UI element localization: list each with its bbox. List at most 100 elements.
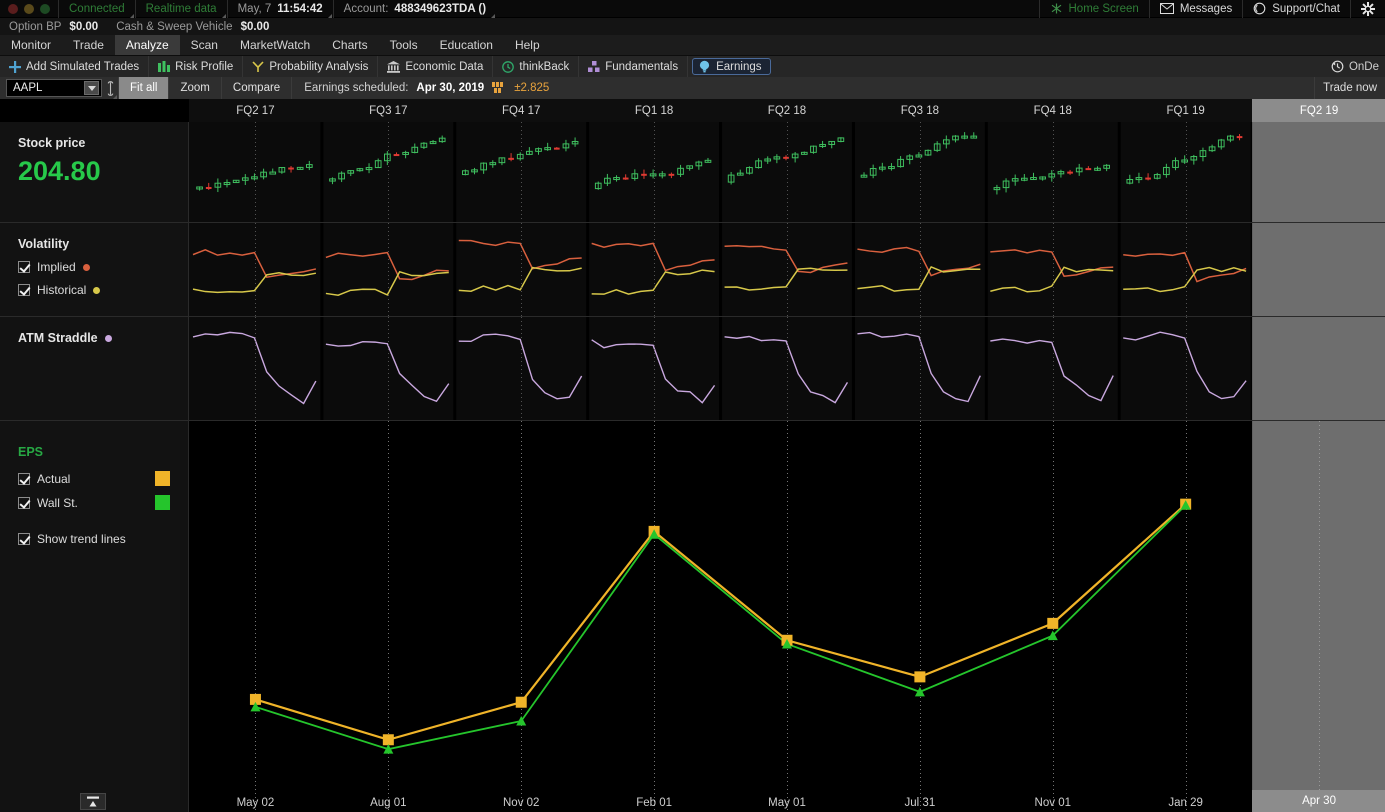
subtab-probability-analysis[interactable]: Probability Analysis <box>243 56 378 77</box>
link-button[interactable] <box>102 77 118 99</box>
window-maximize-button[interactable] <box>40 4 50 14</box>
eps-legend-row[interactable]: Wall St. <box>18 495 188 510</box>
panel-volatility: Volatility ImpliedHistorical <box>0 223 1385 316</box>
subtab-fundamentals[interactable]: Fundamentals <box>579 56 688 77</box>
subtab-label: Add Simulated Trades <box>26 61 139 73</box>
menu-item-help[interactable]: Help <box>504 35 551 55</box>
quarter-header-fq2-19[interactable]: FQ2 19 <box>1252 99 1385 122</box>
subtab-economic-data[interactable]: Economic Data <box>378 56 493 77</box>
menu-item-education[interactable]: Education <box>429 35 504 55</box>
eps-color-swatch <box>155 471 170 486</box>
quarter-header-fq1-19[interactable]: FQ1 19 <box>1119 99 1252 122</box>
volatility-checkbox-implied[interactable] <box>18 261 30 273</box>
window-controls[interactable] <box>0 4 58 14</box>
earnings-scheduled: Earnings scheduled: Apr 30, 2019 ±2.825 <box>291 77 561 99</box>
stock-price-legend: Stock price 204.80 <box>0 122 189 222</box>
subtab-thinkback[interactable]: thinkBack <box>493 56 579 77</box>
status-bar-right: Home Screen Messages Support/Chat <box>1039 0 1385 18</box>
axis-label: May 01 <box>768 797 806 809</box>
menu-item-trade[interactable]: Trade <box>62 35 115 55</box>
volatility-legend: Volatility ImpliedHistorical <box>0 223 189 316</box>
window-minimize-button[interactable] <box>24 4 34 14</box>
chevron-down-icon <box>88 86 96 91</box>
blocks-icon <box>588 61 600 73</box>
symbol-toolbar[interactable]: AAPL Fit allZoomCompare Earnings schedul… <box>0 77 1385 99</box>
support-chat-button[interactable]: Support/Chat <box>1242 0 1350 18</box>
settings-button[interactable] <box>1350 0 1385 18</box>
quarter-header-fq3-18[interactable]: FQ3 18 <box>853 99 986 122</box>
quarter-header-fq4-17[interactable]: FQ4 17 <box>455 99 588 122</box>
cash-sweep-vehicle: Cash & Sweep Vehicle $0.00 <box>107 21 278 33</box>
ondemand-icon <box>1331 60 1344 73</box>
stock-price-plot[interactable] <box>189 122 1385 222</box>
window-close-button[interactable] <box>8 4 18 14</box>
volatility-legend-row[interactable]: Historical <box>18 283 188 297</box>
analyze-subtabs[interactable]: Add Simulated Trades Risk ProfileProbabil… <box>0 56 1385 77</box>
show-trend-lines-label: Show trend lines <box>37 532 126 546</box>
menu-item-tools[interactable]: Tools <box>379 35 429 55</box>
atm-straddle-color-dot <box>105 335 112 342</box>
symbol-dropdown-button[interactable] <box>84 81 99 95</box>
volatility-color-swatch <box>93 287 100 294</box>
atm-straddle-plot[interactable] <box>189 317 1385 420</box>
quarter-header-fq4-18[interactable]: FQ4 18 <box>986 99 1119 122</box>
view-button-fit-all[interactable]: Fit all <box>118 77 168 99</box>
main-menu[interactable]: MonitorTradeAnalyzeScanMarketWatchCharts… <box>0 35 1385 56</box>
symbol-input[interactable]: AAPL <box>6 79 102 97</box>
eps-legend-row[interactable]: Actual <box>18 471 188 486</box>
view-button-compare[interactable]: Compare <box>221 77 291 99</box>
volatility-legend-label: Historical <box>37 283 86 297</box>
subtab-add-simulated-trades[interactable]: Add Simulated Trades <box>0 56 149 77</box>
quarter-header-fq1-18[interactable]: FQ1 18 <box>588 99 721 122</box>
eps-legend-label: Actual <box>37 472 70 486</box>
option-bp: Option BP $0.00 <box>0 21 107 33</box>
subtab-risk-profile[interactable]: Risk Profile <box>149 56 243 77</box>
resize-corner <box>491 14 495 18</box>
eps-plot[interactable] <box>189 421 1385 812</box>
thinkorswim-window: Connected Realtime data May, 7 11:54:42 … <box>0 0 1385 812</box>
menu-item-marketwatch[interactable]: MarketWatch <box>229 35 321 55</box>
axis-label: Feb 01 <box>636 797 672 809</box>
account-selector[interactable]: Account: 488349623TDA () <box>333 0 496 18</box>
volatility-charts <box>189 223 1385 316</box>
eps-checkbox-actual[interactable] <box>18 473 30 485</box>
menu-item-monitor[interactable]: Monitor <box>0 35 62 55</box>
quarter-header-fq2-18[interactable]: FQ2 18 <box>721 99 854 122</box>
view-mode-buttons[interactable]: Fit allZoomCompare <box>118 77 291 99</box>
menu-item-charts[interactable]: Charts <box>321 35 378 55</box>
eps-checkbox-wall-st-[interactable] <box>18 497 30 509</box>
connection-status: Connected <box>58 0 135 18</box>
panel-atm-straddle: ATM Straddle <box>0 317 1385 420</box>
earnings-grid: FQ2 17FQ3 17FQ4 17FQ1 18FQ2 18FQ3 18FQ4 … <box>0 99 1385 812</box>
quarter-header-fq3-17[interactable]: FQ3 17 <box>322 99 455 122</box>
axis-label: May 02 <box>237 797 275 809</box>
panel-eps: EPS ActualWall St. Show trend lines <box>0 421 1385 812</box>
status-bar: Connected Realtime data May, 7 11:54:42 … <box>0 0 1385 18</box>
resize-corner <box>130 14 134 18</box>
quarter-header-fq2-17[interactable]: FQ2 17 <box>189 99 322 122</box>
atm-straddle-legend: ATM Straddle <box>0 317 189 420</box>
subtab-earnings[interactable]: Earnings <box>692 58 770 75</box>
atm-straddle-title: ATM Straddle <box>18 331 98 345</box>
clock-icon <box>502 61 514 73</box>
quarter-headers[interactable]: FQ2 17FQ3 17FQ4 17FQ1 18FQ2 18FQ3 18FQ4 … <box>0 99 1385 122</box>
volatility-plot[interactable] <box>189 223 1385 316</box>
menu-item-analyze[interactable]: Analyze <box>115 35 180 55</box>
volatility-checkbox-historical[interactable] <box>18 284 30 296</box>
clock: May, 7 11:54:42 <box>227 0 333 18</box>
messages-button[interactable]: Messages <box>1149 0 1242 18</box>
trade-now-button[interactable]: Trade now <box>1314 77 1385 99</box>
axis-label: Nov 01 <box>1035 797 1071 809</box>
ondemand-button[interactable]: OnDe <box>1331 56 1385 77</box>
show-trend-lines-checkbox[interactable] <box>18 533 30 545</box>
market-maker-move-icon <box>492 82 506 94</box>
atm-straddle-charts <box>189 317 1385 420</box>
show-trend-lines-row[interactable]: Show trend lines <box>18 532 188 546</box>
view-button-zoom[interactable]: Zoom <box>168 77 220 99</box>
volatility-legend-row[interactable]: Implied <box>18 260 188 274</box>
symbol-value: AAPL <box>13 82 42 94</box>
volatility-color-swatch <box>83 264 90 271</box>
home-screen-button[interactable]: Home Screen <box>1039 0 1149 18</box>
menu-item-scan[interactable]: Scan <box>180 35 229 55</box>
stock-price-value: 204.80 <box>18 156 188 187</box>
